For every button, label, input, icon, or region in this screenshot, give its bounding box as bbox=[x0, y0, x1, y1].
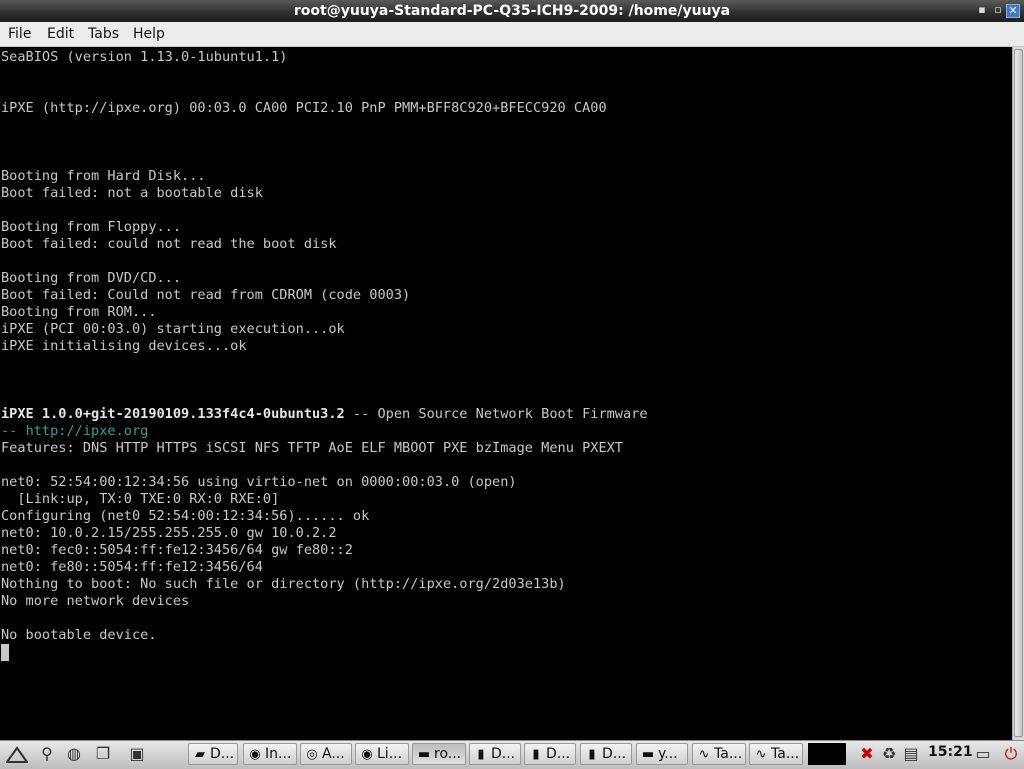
terminal-window: root@yuuya-Standard-PC-Q35-ICH9-2009: /h… bbox=[0, 0, 1024, 740]
terminal-line: No more network devices bbox=[1, 593, 190, 609]
terminal-cursor bbox=[1, 644, 9, 661]
power-icon[interactable]: ⏻ bbox=[1000, 744, 1022, 764]
task-document-2[interactable]: ▮ D... bbox=[524, 743, 576, 765]
task-firefox[interactable]: ◉ In... bbox=[243, 743, 297, 765]
terminal-line: Booting from Hard Disk... bbox=[1, 168, 206, 184]
window-title: root@yuuya-Standard-PC-Q35-ICH9-2009: /h… bbox=[293, 3, 731, 19]
clipboard-icon[interactable]: ▤ bbox=[900, 744, 922, 764]
ipxe-dashes: -- bbox=[1, 423, 26, 439]
close-button[interactable]: ✕ bbox=[1006, 4, 1020, 18]
terminal-line: iPXE initialising devices...ok bbox=[1, 338, 247, 354]
task-monitor-2[interactable]: ∿ Ta... bbox=[749, 743, 803, 765]
menu-bar: File Edit Tabs Help bbox=[0, 22, 1024, 47]
terminal-line: Configuring (net0 52:54:00:12:34:56)....… bbox=[1, 508, 370, 524]
network-icon[interactable]: ⚲ bbox=[36, 744, 58, 764]
terminal-line: net0: fec0::5054:ff:fe12:3456/64 gw fe80… bbox=[1, 542, 353, 558]
scrollbar-thumb[interactable] bbox=[1014, 49, 1023, 737]
task-terminal-2[interactable]: ▬ y... bbox=[636, 743, 688, 765]
minimize-button[interactable]: ▪ bbox=[975, 4, 989, 18]
clock[interactable]: 15:21 bbox=[928, 744, 973, 760]
task-document-1[interactable]: ▮ D... bbox=[469, 743, 521, 765]
windows-icon[interactable]: ❐ bbox=[92, 744, 114, 764]
document-icon: ▮ bbox=[532, 747, 540, 762]
terminal-line: Boot failed: Could not read from CDROM (… bbox=[1, 287, 411, 303]
terminal-icon: ▬ bbox=[417, 747, 431, 762]
terminal-line: net0: 10.0.2.15/255.255.255.0 gw 10.0.2.… bbox=[1, 525, 337, 541]
firefox-icon: ◉ bbox=[361, 747, 373, 762]
desktop-icon[interactable]: ▣ bbox=[126, 744, 148, 764]
terminal-line: Booting from Floppy... bbox=[1, 219, 182, 235]
maximize-button[interactable]: ▫ bbox=[991, 4, 1005, 18]
window-titlebar[interactable]: root@yuuya-Standard-PC-Q35-ICH9-2009: /h… bbox=[0, 0, 1024, 22]
terminal-line: Boot failed: not a bootable disk bbox=[1, 185, 263, 201]
terminal-line: iPXE (PCI 00:03.0) starting execution...… bbox=[1, 321, 345, 337]
tray-graph bbox=[808, 743, 846, 765]
task-monitor-1[interactable]: ∿ Ta... bbox=[692, 743, 746, 765]
terminal-line: Nothing to boot: No such file or directo… bbox=[1, 576, 566, 592]
terminal-scrollbar[interactable] bbox=[1012, 47, 1024, 740]
globe-icon[interactable]: ◍ bbox=[63, 744, 85, 764]
ipxe-banner-line: iPXE 1.0.0+git-20190109.133f4c4-0ubuntu3… bbox=[1, 406, 648, 423]
terminal-icon: ▬ bbox=[641, 747, 655, 762]
ipxe-url-line: -- http://ipxe.org bbox=[1, 423, 148, 440]
terminal-line: net0: 52:54:00:12:34:56 using virtio-net… bbox=[1, 474, 517, 490]
ipxe-link[interactable]: http://ipxe.org bbox=[26, 423, 149, 439]
monitor-settings-icon[interactable]: ▭ bbox=[972, 744, 994, 764]
terminal-line: SeaBIOS (version 1.13.0-1ubuntu1.1) bbox=[1, 49, 288, 65]
monitor-icon: ∿ bbox=[755, 747, 767, 762]
task-firefox-2[interactable]: ◉ Li... bbox=[355, 743, 409, 765]
terminal-line: [Link:up, TX:0 TXE:0 RX:0 RXE:0] bbox=[1, 491, 280, 507]
menu-edit[interactable]: Edit bbox=[47, 26, 74, 42]
terminal-line: Boot failed: could not read the boot dis… bbox=[1, 236, 337, 252]
task-document-3[interactable]: ▮ D... bbox=[580, 743, 632, 765]
terminal-line: iPXE (http://ipxe.org) 00:03.0 CA00 PCI2… bbox=[1, 100, 607, 116]
ipxe-tagline: -- Open Source Network Boot Firmware bbox=[344, 406, 648, 422]
terminal-line: Booting from ROM... bbox=[1, 304, 157, 320]
ipxe-version: iPXE 1.0.0+git-20190109.133f4c4-0ubuntu3… bbox=[1, 406, 345, 422]
trash-icon[interactable]: ♻ bbox=[878, 744, 900, 764]
menu-tabs[interactable]: Tabs bbox=[88, 26, 119, 42]
menu-help[interactable]: Help bbox=[133, 26, 165, 42]
folder-icon: ▰ bbox=[195, 747, 205, 762]
terminal-line: No bootable device. bbox=[1, 627, 157, 643]
monitor-icon: ∿ bbox=[698, 747, 710, 762]
network-disconnected-icon[interactable]: ✖ bbox=[856, 744, 878, 764]
task-chromium[interactable]: ◎ A... bbox=[300, 743, 352, 765]
document-icon: ▮ bbox=[477, 747, 485, 762]
task-folder[interactable]: ▰ D... bbox=[188, 743, 238, 765]
chromium-icon: ◎ bbox=[306, 747, 318, 762]
firefox-icon: ◉ bbox=[249, 747, 261, 762]
task-terminal-active[interactable]: ▬ ro... bbox=[412, 743, 466, 765]
menu-file[interactable]: File bbox=[8, 26, 31, 42]
terminal-line: net0: fe80::5054:ff:fe12:3456/64 bbox=[1, 559, 263, 575]
terminal-line: Features: DNS HTTP HTTPS iSCSI NFS TFTP … bbox=[1, 440, 623, 456]
terminal-line: Booting from DVD/CD... bbox=[1, 270, 182, 286]
menu-icon[interactable] bbox=[5, 744, 29, 764]
document-icon: ▮ bbox=[588, 747, 596, 762]
